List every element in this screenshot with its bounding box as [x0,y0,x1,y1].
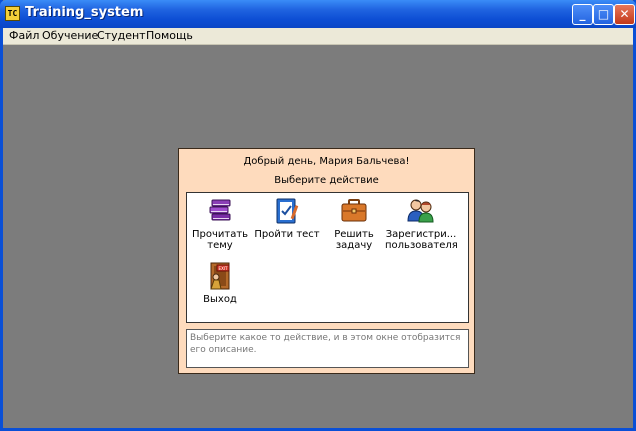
greeting-text: Добрый день, Мария Бальчева! [243,156,410,167]
close-button[interactable]: ✕ [614,4,635,25]
menu-student[interactable]: Студент [97,29,146,42]
books-icon [209,199,231,221]
title-bar[interactable]: ТС Training_system _ □ ✕ [0,0,636,28]
menu-help[interactable]: Помощь [146,29,193,42]
test-clipboard-icon [276,198,299,224]
action-register-user[interactable]: Зарегистри... пользователя [385,196,458,251]
action-take-test[interactable]: Пройти тест [252,196,322,240]
window-title: Training_system [25,5,144,20]
action-take-test-label: Пройти тест [254,229,320,240]
action-exit[interactable]: EXIT Выход [196,261,244,305]
menu-bar: Файл Обучение Студент Помощь [3,28,633,45]
action-exit-label: Выход [203,294,237,305]
menu-training[interactable]: Обучение [42,29,98,42]
exit-sign-text: EXIT [219,266,228,271]
menu-file[interactable]: Файл [9,29,39,42]
app-icon[interactable]: ТС [5,6,20,21]
users-icon [407,199,434,223]
main-dialog: Добрый день, Мария Бальчева! Выберите де… [178,148,475,374]
action-solve-task[interactable]: Решить задачу [329,196,379,251]
maximize-button[interactable]: □ [593,4,614,25]
action-description-box[interactable]: Выберите какое то действие, и в этом окн… [186,329,469,368]
choose-action-label: Выберите действие [274,175,379,186]
minimize-button[interactable]: _ [572,4,593,25]
briefcase-icon [341,199,367,222]
app-window: ТС Training_system _ □ ✕ Файл Обучение С… [0,0,636,431]
action-register-user-label: Зарегистри... пользователя [385,229,458,251]
action-read-topic-label: Прочитать тему [192,229,249,251]
actions-list: Прочитать тему Пройти тест Решить задачу… [186,192,469,323]
exit-door-icon: EXIT [210,262,230,290]
action-solve-task-label: Решить задачу [334,229,374,251]
action-read-topic[interactable]: Прочитать тему [192,196,248,251]
